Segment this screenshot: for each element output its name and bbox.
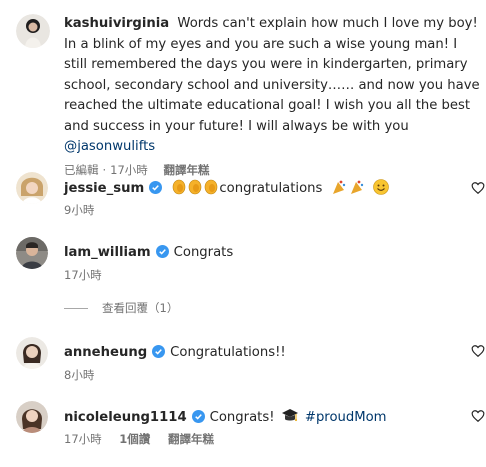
comment-meta: 17小時	[64, 267, 116, 283]
edited-label: 已編輯	[64, 162, 99, 177]
comment-time: 9小時	[64, 203, 95, 217]
comment-text-line: jessie_sum congratulations	[64, 179, 389, 201]
verified-badge-icon	[149, 181, 163, 194]
hashtag-link[interactable]: #proudMom	[305, 410, 387, 425]
avatar[interactable]	[16, 401, 48, 433]
separator-dot: ·	[102, 162, 107, 177]
avatar[interactable]	[16, 337, 48, 369]
party-popper-emoji	[331, 179, 371, 201]
comment-time: 17小時	[64, 268, 102, 282]
translate-link[interactable]: 翻譯年糕	[163, 163, 209, 177]
caption-text-block: kashuivirginia Words can't explain how m…	[64, 14, 484, 178]
comment-time: 8小時	[64, 368, 95, 382]
view-replies-button[interactable]: 查看回覆（1）	[64, 300, 178, 316]
heart-icon[interactable]	[471, 181, 485, 195]
verified-badge-icon	[152, 345, 166, 358]
verified-badge-icon	[155, 245, 169, 258]
avatar[interactable]	[16, 237, 48, 269]
translate-link[interactable]: 翻譯年糕	[168, 432, 214, 446]
comment-username[interactable]: lam_william	[64, 245, 151, 260]
mention-link[interactable]: @jasonwulifts	[64, 139, 155, 154]
like-count[interactable]: 1個讚	[119, 432, 150, 446]
comment-time: 17小時	[64, 432, 102, 446]
avatar[interactable]	[16, 172, 48, 204]
comment-username[interactable]: nicoleleung1114	[64, 410, 187, 425]
comment-text: Congrats	[173, 245, 234, 260]
comment-text-line: lam_william Congrats	[64, 244, 233, 262]
comment-text-line: nicoleleung1114 Congrats! #proudMom	[64, 408, 387, 430]
comment-text: congratulations	[219, 181, 323, 196]
comment-text-line: anneheung Congratulations!!	[64, 344, 286, 362]
avatar[interactable]	[16, 14, 50, 48]
verified-badge-icon	[191, 410, 205, 423]
caption-username[interactable]: kashuivirginia	[64, 16, 169, 31]
heart-icon[interactable]	[471, 409, 485, 423]
comment-meta: 17小時 1個讚 翻譯年糕	[64, 431, 228, 447]
heart-icon[interactable]	[471, 344, 485, 358]
caption-time: 17小時	[110, 162, 148, 177]
comment-meta: 8小時	[64, 367, 108, 383]
smiling-face-emoji	[372, 179, 389, 201]
view-replies-label[interactable]: 查看回覆（1）	[102, 300, 178, 316]
caption-meta: 已編輯 · 17小時 翻譯年糕	[64, 162, 484, 178]
comment-text: Congratulations!!	[170, 345, 286, 360]
replies-divider	[64, 307, 88, 309]
comment-meta: 9小時	[64, 202, 108, 218]
clapping-hands-emoji	[171, 179, 219, 201]
graduation-cap-emoji	[281, 408, 299, 430]
comment-username[interactable]: anneheung	[64, 345, 147, 360]
comment-username[interactable]: jessie_sum	[64, 181, 144, 196]
comment-text: Congrats!	[209, 410, 275, 425]
caption-text: Words can't explain how much I love my b…	[64, 16, 480, 134]
